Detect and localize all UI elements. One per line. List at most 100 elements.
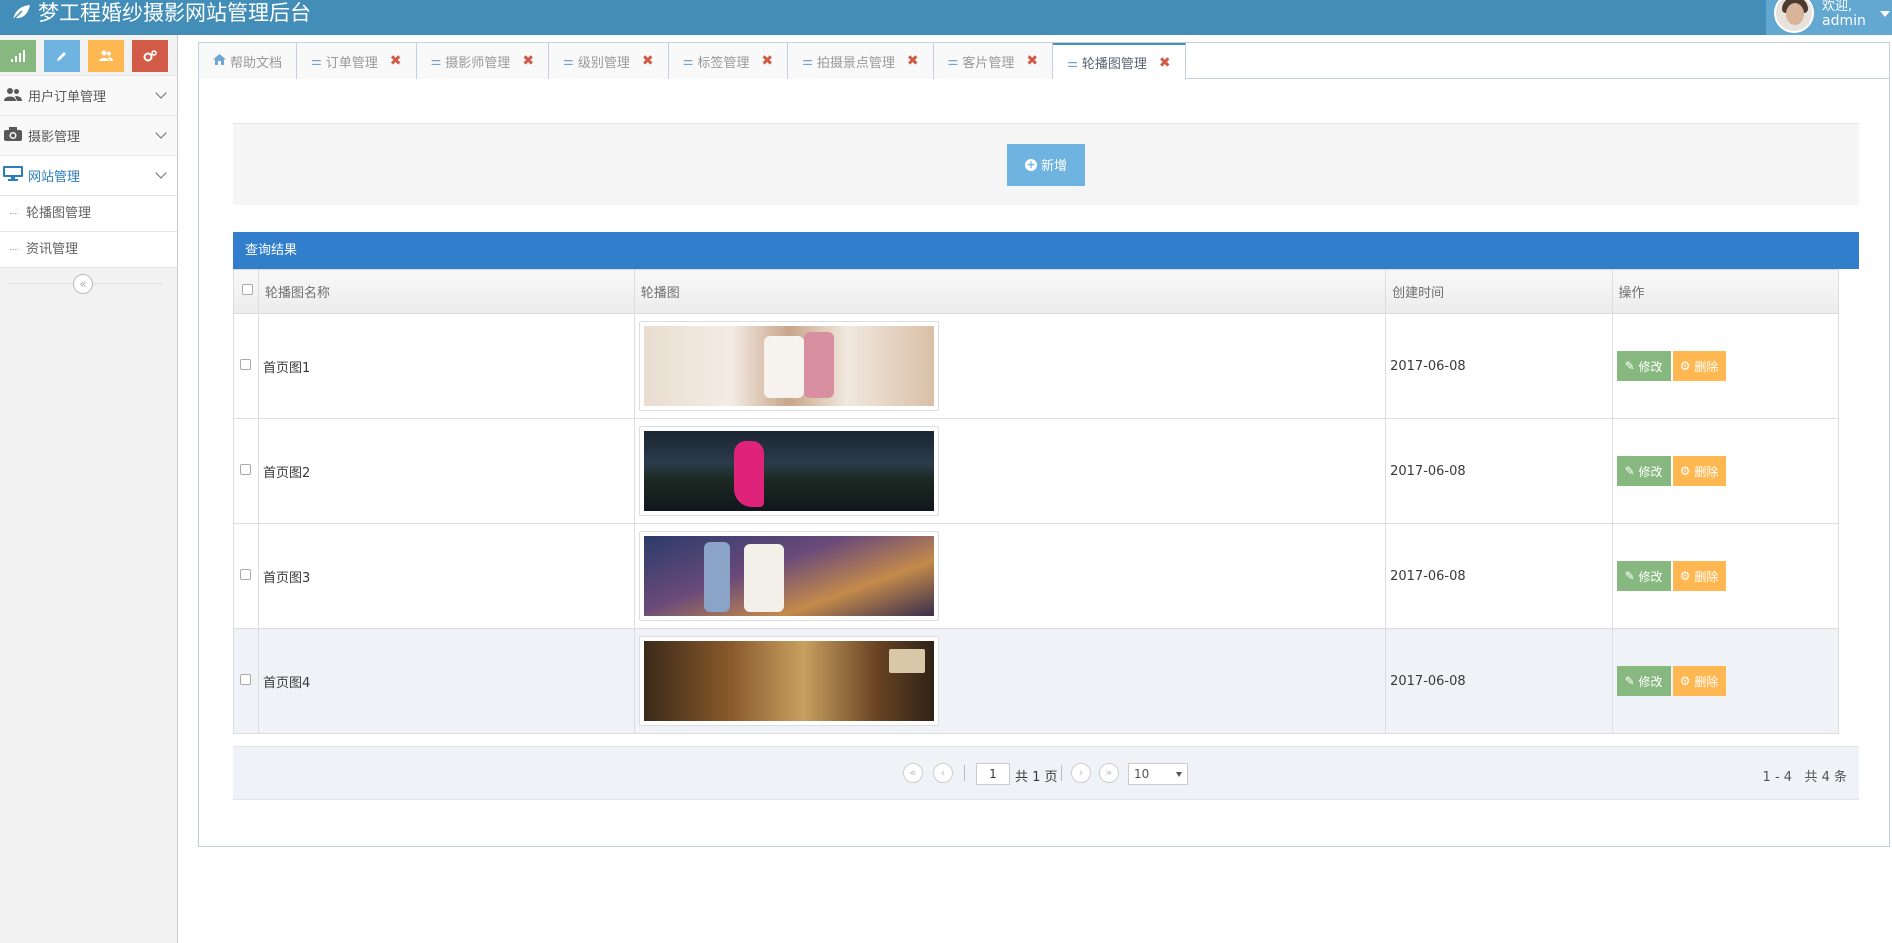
page-size-select[interactable]: 10 — [1128, 763, 1188, 785]
sliders-icon: ⚌ — [682, 54, 694, 68]
user-menu[interactable]: 欢迎, admin — [1766, 0, 1892, 35]
carousel-thumbnail[interactable] — [638, 426, 939, 516]
table-header-row: 轮播图名称 轮播图 创建时间 操作 — [232, 269, 1840, 314]
result-header: 查询结果 — [233, 232, 1859, 269]
cogs-icon[interactable] — [132, 40, 168, 72]
sliders-icon: ⚌ — [430, 54, 442, 68]
table-row: 首页图1 2017-06-08 ✎ 修改 ⚙ 删除 — [232, 313, 1840, 419]
desktop-icon — [2, 166, 24, 185]
delete-button[interactable]: ⚙ 删除 — [1672, 456, 1726, 486]
user-info: 欢迎, admin — [1822, 0, 1866, 28]
sidebar-item-website[interactable]: 网站管理 — [0, 155, 177, 195]
add-button[interactable]: + 新增 — [1007, 143, 1085, 186]
row-name: 首页图2 — [258, 418, 635, 524]
edit-button[interactable]: ✎ 修改 — [1616, 561, 1671, 591]
sidebar-item-label: 用户订单管理 — [28, 90, 107, 105]
table-row: 首页图3 2017-06-08 ✎ 修改 ⚙ 删除 — [232, 523, 1840, 629]
wedding-photo-image — [643, 326, 934, 406]
edit-button[interactable]: ✎ 修改 — [1616, 666, 1671, 696]
row-checkbox[interactable] — [240, 358, 251, 370]
page-input[interactable]: 1 — [976, 763, 1010, 785]
sidebar-subitem-news[interactable]: 资讯管理 — [0, 231, 177, 267]
tab-label: 拍摄景点管理 — [816, 55, 895, 71]
last-page-icon[interactable]: » — [1099, 763, 1119, 783]
carousel-thumbnail[interactable] — [638, 321, 939, 411]
edit-button[interactable]: ✎ 修改 — [1616, 351, 1671, 381]
sidebar-subitem-carousel[interactable]: 轮播图管理 — [0, 195, 177, 231]
carousel-thumbnail[interactable] — [638, 636, 939, 726]
caret-down-icon — [1176, 772, 1182, 777]
caret-down-icon — [1879, 10, 1890, 17]
tab-bar: 帮助文档 ⚌ 订单管理 ✖ ⚌ 摄影师管理 ✖ ⚌ 级别管理 ✖ ⚌ 标签管理 … — [199, 43, 1889, 80]
row-name: 首页图4 — [258, 628, 635, 734]
edit-button[interactable]: ✎ 修改 — [1616, 456, 1671, 486]
row-created: 2017-06-08 — [1385, 523, 1613, 629]
signal-icon[interactable] — [0, 40, 36, 72]
prev-page-icon[interactable]: ‹ — [933, 763, 953, 783]
chevron-down-icon — [155, 87, 167, 99]
tab-label: 摄影师管理 — [445, 55, 511, 71]
sidebar-item-label: 摄影管理 — [28, 130, 81, 145]
welcome-text: 欢迎, — [1822, 0, 1853, 14]
tab-label: 帮助文档 — [230, 55, 283, 71]
tab-orders[interactable]: ⚌ 订单管理 ✖ — [297, 43, 417, 79]
wedding-photo-image — [643, 536, 934, 616]
tab-label: 标签管理 — [697, 55, 750, 71]
column-header-image: 轮播图 — [633, 269, 1387, 314]
home-icon — [213, 54, 226, 68]
close-icon[interactable]: ✖ — [642, 53, 654, 69]
users-icon[interactable] — [88, 40, 124, 72]
username: admin — [1822, 12, 1866, 29]
column-header-name: 轮播图名称 — [258, 269, 635, 314]
next-page-icon[interactable]: › — [1071, 763, 1091, 783]
results-table: 轮播图名称 轮播图 创建时间 操作 首页图1 2017-06-08 ✎ 修改 ⚙… — [232, 269, 1840, 734]
toolbar: + 新增 — [233, 123, 1859, 205]
tab-client-photos[interactable]: ⚌ 客片管理 ✖ — [933, 43, 1054, 79]
tab-help[interactable]: 帮助文档 — [199, 43, 298, 79]
close-icon[interactable]: ✖ — [907, 53, 919, 69]
close-icon[interactable]: ✖ — [1159, 55, 1171, 71]
tab-locations[interactable]: ⚌ 拍摄景点管理 ✖ — [788, 43, 934, 79]
row-checkbox[interactable] — [240, 568, 251, 580]
navbar: 梦工程婚纱摄影网站管理后台 欢迎, admin — [0, 0, 1892, 35]
close-icon[interactable]: ✖ — [390, 53, 402, 69]
tab-photographers[interactable]: ⚌ 摄影师管理 ✖ — [416, 43, 550, 79]
camera-icon — [2, 126, 24, 145]
main-panel: 帮助文档 ⚌ 订单管理 ✖ ⚌ 摄影师管理 ✖ ⚌ 级别管理 ✖ ⚌ 标签管理 … — [198, 42, 1890, 847]
select-all-cell — [232, 269, 260, 314]
table-row: 首页图2 2017-06-08 ✎ 修改 ⚙ 删除 — [232, 418, 1840, 524]
stairs-photo-image — [643, 641, 934, 721]
delete-button[interactable]: ⚙ 删除 — [1672, 351, 1726, 381]
row-checkbox[interactable] — [240, 673, 251, 685]
wedding-photo-image — [643, 431, 934, 511]
sidebar-shortcuts — [0, 35, 177, 75]
brand[interactable]: 梦工程婚纱摄影网站管理后台 — [10, 0, 311, 35]
delete-button[interactable]: ⚙ 删除 — [1672, 561, 1726, 591]
double-chevron-left-icon[interactable]: « — [73, 274, 93, 294]
tab-tags[interactable]: ⚌ 标签管理 ✖ — [668, 43, 789, 79]
app-title: 梦工程婚纱摄影网站管理后台 — [38, 1, 311, 25]
pencil-icon[interactable] — [44, 40, 80, 72]
tab-carousel[interactable]: ⚌ 轮播图管理 ✖ — [1053, 43, 1186, 80]
sidebar-item-photography[interactable]: 摄影管理 — [0, 115, 177, 155]
tab-levels[interactable]: ⚌ 级别管理 ✖ — [549, 43, 669, 79]
delete-button[interactable]: ⚙ 删除 — [1672, 666, 1726, 696]
add-button-label: 新增 — [1040, 159, 1067, 174]
record-count: 1 - 4 共 4 条 — [1762, 770, 1847, 785]
total-pages: 共 1 页 — [1015, 770, 1058, 785]
close-icon[interactable]: ✖ — [761, 53, 773, 69]
close-icon[interactable]: ✖ — [522, 53, 534, 69]
close-icon[interactable]: ✖ — [1026, 53, 1038, 69]
row-checkbox[interactable] — [240, 463, 251, 475]
column-header-actions: 操作 — [1611, 269, 1840, 314]
tab-label: 级别管理 — [577, 55, 630, 71]
row-name: 首页图3 — [258, 523, 635, 629]
sidebar-item-user-orders[interactable]: 用户订单管理 — [0, 75, 177, 115]
row-name: 首页图1 — [258, 313, 635, 419]
row-created: 2017-06-08 — [1385, 313, 1613, 419]
tab-label: 订单管理 — [325, 55, 378, 71]
carousel-thumbnail[interactable] — [638, 531, 939, 621]
select-all-checkbox[interactable] — [242, 284, 253, 295]
table-row: 首页图4 2017-06-08 ✎ 修改 ⚙ 删除 — [232, 628, 1840, 734]
first-page-icon[interactable]: « — [903, 763, 923, 783]
